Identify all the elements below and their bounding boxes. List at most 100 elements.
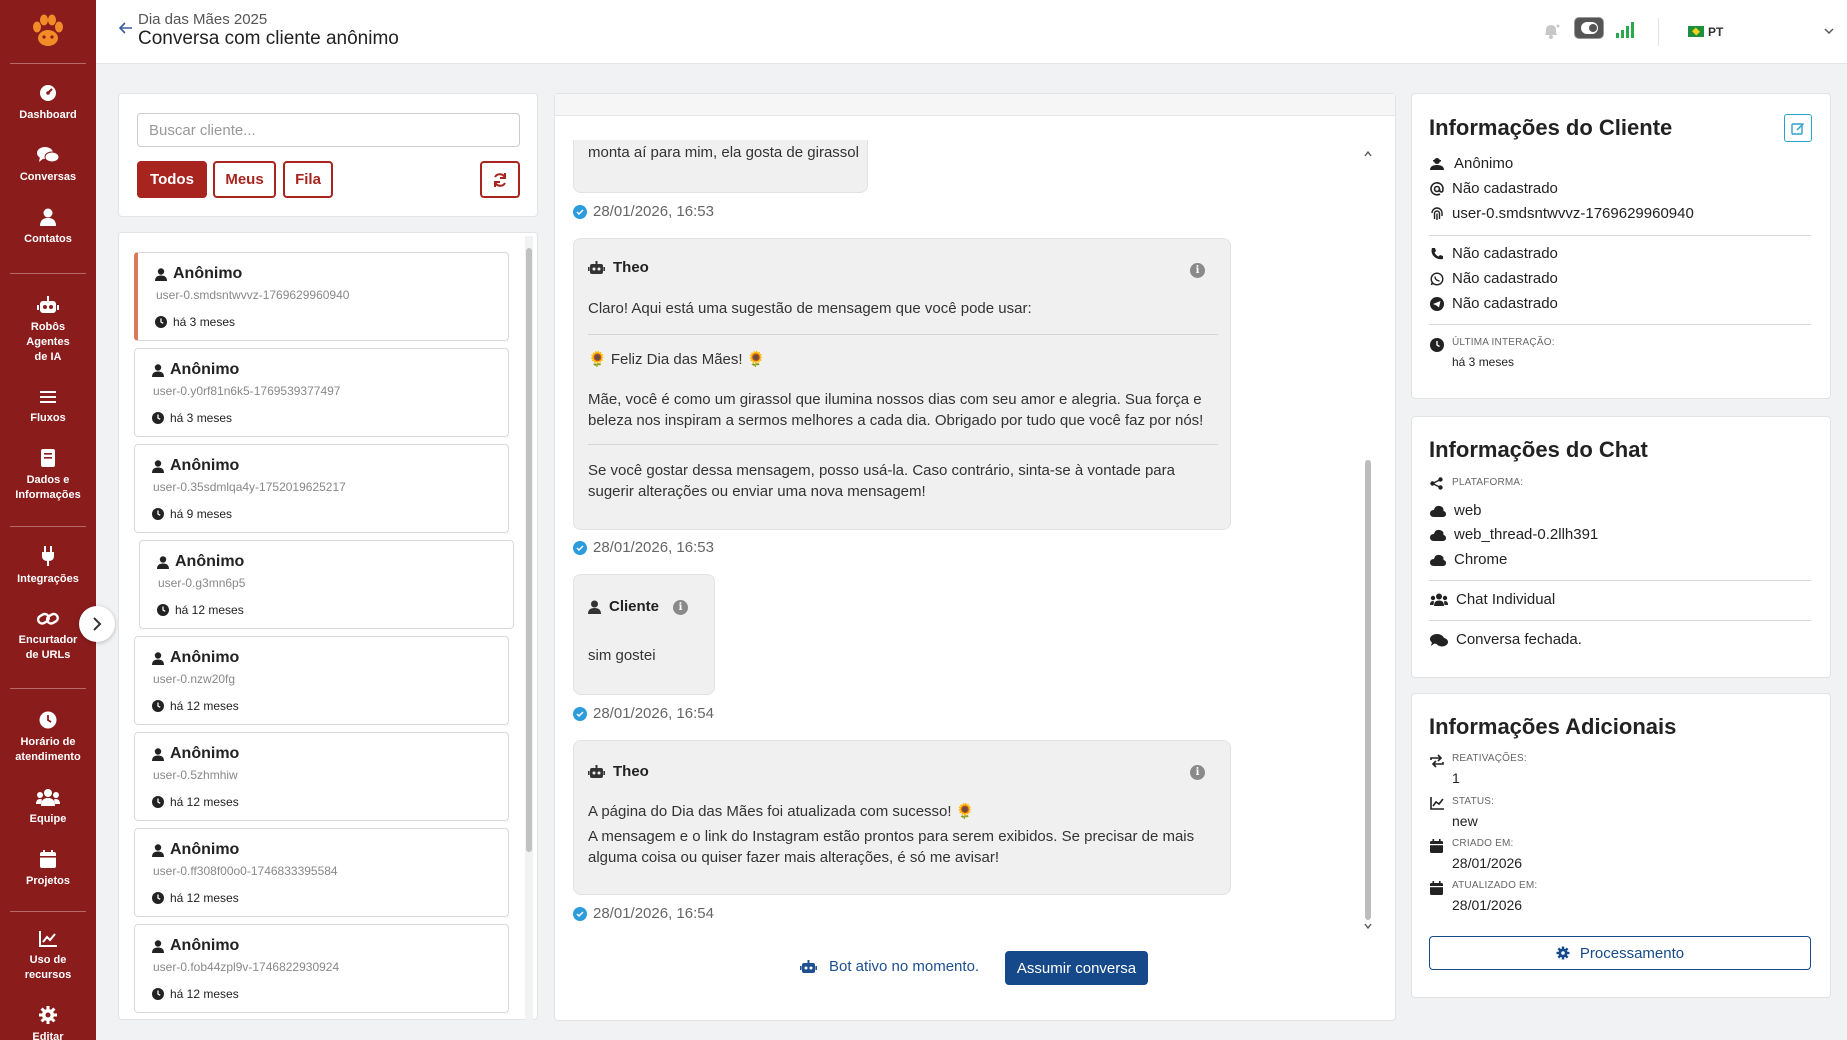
clock-icon — [152, 892, 164, 904]
clock-icon — [152, 988, 164, 1000]
brazil-flag-icon — [1688, 26, 1704, 37]
at-icon — [1430, 181, 1444, 196]
conversation-name: Anônimo — [170, 937, 240, 954]
clock-icon — [152, 412, 164, 424]
chat-scrollbar[interactable] — [1364, 150, 1372, 932]
scroll-thumb[interactable] — [526, 248, 532, 852]
clock-icon — [157, 604, 169, 616]
scroll-thumb[interactable] — [1365, 460, 1371, 920]
conversation-time: há 12 meses — [170, 987, 239, 1001]
chart-icon — [39, 931, 57, 947]
dashboard-icon — [40, 85, 56, 101]
bot-message-bubble: Theo i A página do Dia das Mães foi atua… — [573, 740, 1231, 895]
repeat-icon — [1430, 754, 1444, 768]
top-bar: Dia das Mães 2025 Conversa com cliente a… — [96, 0, 1847, 64]
cloud-icon — [1430, 529, 1446, 541]
filter-meus-button[interactable]: Meus — [213, 161, 276, 198]
conversation-item[interactable]: Anônimo user-0.nzw20fg há 12 meses — [134, 636, 509, 725]
check-icon — [573, 204, 587, 219]
user-icon — [152, 747, 164, 761]
extra-info-title: Informações Adicionais — [1429, 714, 1677, 739]
conversation-item[interactable]: Anônimo user-0.35sdmlqa4y-1752019625217 há… — [134, 444, 509, 533]
client-message-bubble: Cliente i sim gostei — [573, 574, 715, 695]
calendar-icon — [1430, 839, 1443, 853]
sidebar-expand-button[interactable] — [79, 606, 115, 642]
phone-icon — [1431, 247, 1443, 259]
conversation-time: há 3 meses — [170, 411, 233, 425]
back-arrow-icon[interactable] — [118, 20, 134, 36]
sidebar-item-editar[interactable]: Editar — [0, 1006, 96, 1040]
search-input[interactable] — [137, 113, 520, 147]
conversation-name: Anônimo — [170, 841, 240, 858]
chevron-down-icon[interactable] — [1824, 26, 1834, 36]
sidebar-item-integracoes[interactable]: Integrações — [0, 546, 96, 587]
user-icon — [152, 651, 164, 665]
info-icon[interactable]: i — [673, 600, 688, 615]
conversation-item[interactable]: Anônimo user-0.ff308f00o0-1746833395584 há… — [134, 828, 509, 917]
conversation-list-scrollbar[interactable] — [525, 236, 533, 1020]
filter-fila-button[interactable]: Fila — [283, 161, 333, 198]
conversation-id: user-0.fob44zpl9v-1746822930924 — [153, 960, 340, 974]
conversation-name: Anônimo — [170, 361, 240, 378]
clock-icon — [152, 700, 164, 712]
sidebar-item-projetos[interactable]: Projetos — [0, 850, 96, 889]
sidebar-item-horario[interactable]: Horário de atendimento — [0, 711, 96, 765]
conversation-item[interactable]: Anônimo user-0.smdsntwvvz-1769629960940 há… — [134, 252, 509, 341]
conversation-time: há 3 meses — [173, 315, 236, 329]
language-selector[interactable]: PT — [1708, 25, 1723, 39]
client-message-bubble: monta aí para mim, ela gosta de girassol — [573, 140, 868, 193]
sidebar-item-fluxos[interactable]: Fluxos — [0, 389, 96, 426]
info-icon[interactable]: i — [1190, 765, 1205, 780]
page-title: Conversa com cliente anônimo — [138, 28, 399, 49]
processing-button[interactable]: Processamento — [1429, 936, 1811, 970]
conversation-id: user-0.ff308f00o0-1746833395584 — [153, 864, 338, 878]
conversation-item[interactable]: Anônimo user-0.y0rf81n6k5-1769539377497 há… — [134, 348, 509, 437]
conversation-item[interactable]: Anônimo user-0.5zhmhiw há 12 meses — [134, 732, 509, 821]
sidebar-item-equipe[interactable]: Equipe — [0, 788, 96, 827]
user-icon — [152, 843, 164, 857]
sidebar-item-uso-recursos[interactable]: Uso de recursos — [0, 931, 96, 983]
chat-bubbles-icon — [1430, 633, 1448, 646]
telegram-icon — [1430, 296, 1444, 311]
conversation-item[interactable]: Anônimo user-0.g3mn6p5 há 12 meses — [139, 540, 514, 629]
sidebar-item-conversas[interactable]: Conversas — [0, 146, 96, 185]
chat-info-title: Informações do Chat — [1429, 437, 1648, 462]
paw-logo[interactable] — [0, 0, 96, 62]
bell-icon[interactable] — [1542, 22, 1560, 40]
cloud-icon — [1430, 505, 1446, 517]
sidebar-item-contatos[interactable]: Contatos — [0, 208, 96, 247]
users-icon — [36, 789, 60, 806]
sidebar: Dashboard Conversas Contatos Robôs Agent… — [0, 0, 96, 1040]
sidebar-item-robos[interactable]: Robôs Agentes de IA — [0, 296, 96, 365]
message-timestamp: 28/01/2026, 16:53 — [573, 539, 714, 556]
filter-panel — [118, 93, 538, 217]
theme-toggle[interactable] — [1574, 17, 1604, 39]
info-icon[interactable]: i — [1190, 263, 1205, 278]
conversation-time: há 12 meses — [170, 795, 239, 809]
check-icon — [573, 540, 587, 555]
bot-status: Bot ativo no momento. — [800, 958, 979, 975]
edit-client-button[interactable] — [1784, 114, 1812, 142]
conversation-time: há 12 meses — [170, 699, 239, 713]
conversation-id: user-0.5zhmhiw — [153, 768, 238, 782]
whatsapp-icon — [1430, 271, 1444, 286]
conversation-item[interactable]: Anônimo user-0.fob44zpl9v-1746822930924 há… — [134, 924, 509, 1013]
cloud-icon — [1430, 554, 1446, 566]
chevron-right-icon — [93, 617, 102, 631]
message-timestamp: 28/01/2026, 16:54 — [573, 705, 714, 722]
assume-conversation-button[interactable]: Assumir conversa — [1005, 951, 1148, 985]
bot-message-bubble: Theo i Claro! Aqui está uma sugestão de … — [573, 238, 1231, 530]
scroll-down-icon — [1364, 923, 1372, 930]
client-info-title: Informações do Cliente — [1429, 115, 1673, 140]
sidebar-item-dashboard[interactable]: Dashboard — [0, 84, 96, 123]
conversation-id: user-0.y0rf81n6k5-1769539377497 — [153, 384, 341, 398]
clock-icon — [152, 796, 164, 808]
conversation-id: user-0.smdsntwvvz-1769629960940 — [156, 288, 350, 302]
sidebar-item-dados[interactable]: Dados e Informações — [0, 449, 96, 503]
filter-todos-button[interactable]: Todos — [137, 161, 207, 198]
chart-line-icon — [1430, 797, 1444, 810]
refresh-button[interactable] — [480, 161, 520, 198]
menu-icon — [40, 391, 56, 403]
message-timestamp: 28/01/2026, 16:54 — [573, 905, 714, 922]
robot-icon — [588, 260, 605, 274]
